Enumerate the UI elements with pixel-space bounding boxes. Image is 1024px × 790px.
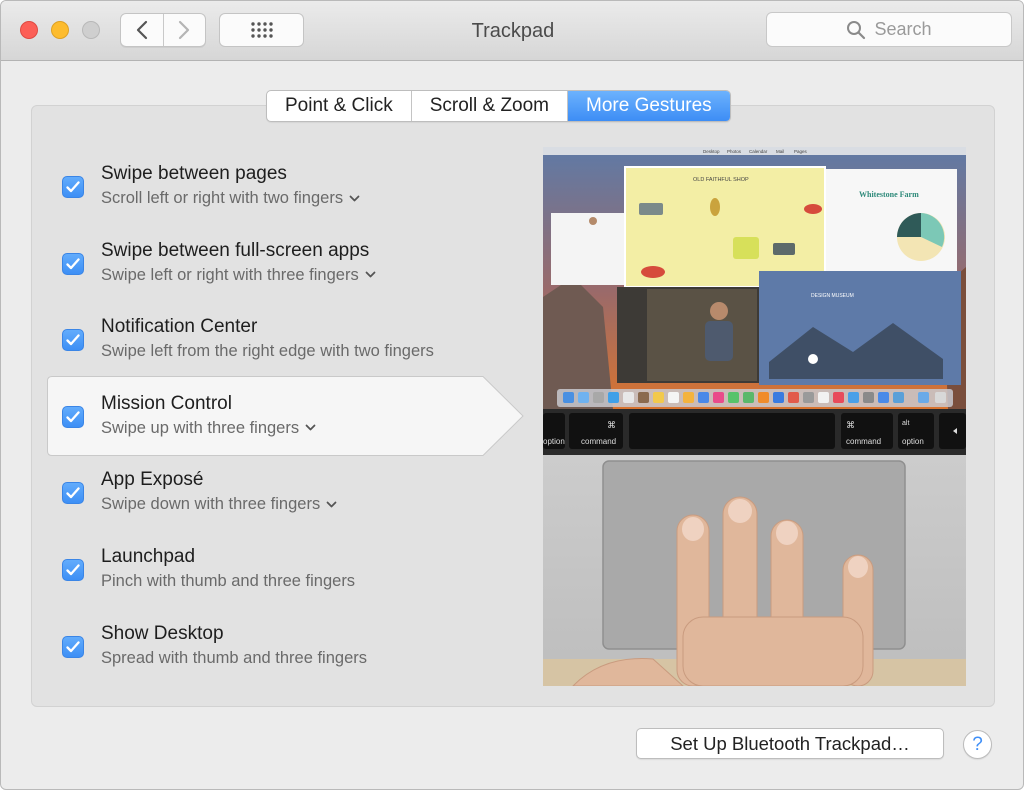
gesture-app-expose[interactable]: App Exposé Swipe down with three fingers (47, 452, 527, 529)
menu-item-calendar: Calendar (749, 149, 768, 154)
trackpad-window: Trackpad Search Point & Click Scroll & Z… (0, 0, 1024, 790)
gesture-title: Notification Center (101, 316, 258, 338)
search-placeholder: Search (874, 19, 932, 39)
gesture-subtitle: Spread with thumb and three fingers (101, 648, 367, 667)
tab-bar: Point & Click Scroll & Zoom More Gesture… (266, 90, 731, 122)
play-icon (808, 354, 818, 364)
gesture-subtitle: Scroll left or right with two fingers (101, 189, 344, 207)
watermelon-1 (641, 266, 665, 278)
key-command-symbol: ⌘ (607, 420, 616, 430)
help-button[interactable]: ? (963, 730, 992, 759)
gesture-preview: Desktop Photos Calendar Mail Pages White… (543, 147, 966, 686)
key-command-label: command (581, 437, 616, 446)
shop-title: OLD FAITHFUL SHOP (693, 177, 749, 183)
checkmark-icon (66, 564, 80, 576)
key-option-label-right: option (902, 437, 924, 446)
tab-more-gestures[interactable]: More Gestures (567, 91, 730, 121)
search-icon (847, 20, 866, 39)
chevron-down-icon (365, 271, 376, 278)
checkmark-icon (66, 487, 80, 499)
shop-item-1 (639, 203, 663, 215)
gesture-option-popup[interactable]: Swipe down with three fingers (101, 495, 337, 514)
key-space (629, 413, 835, 449)
photo-person-head (710, 302, 728, 320)
checkmark-icon (66, 257, 80, 269)
menu-item-mail: Mail (776, 149, 784, 154)
gesture-swipe-between-pages[interactable]: Swipe between pages Scroll left or right… (47, 146, 527, 223)
photo-person-body (705, 321, 733, 361)
search-field[interactable]: Search (766, 12, 1012, 47)
gesture-subtitle-row: Swipe left from the right edge with two … (101, 342, 434, 361)
chevron-down-icon (326, 501, 337, 508)
checkmark-icon (66, 334, 80, 346)
gesture-title: App Exposé (101, 469, 204, 491)
gesture-notification-center[interactable]: Notification Center Swipe left from the … (47, 299, 527, 376)
gesture-subtitle-row: Pinch with thumb and three fingers (101, 572, 355, 591)
chevron-down-icon (349, 195, 360, 201)
tab-scroll-zoom[interactable]: Scroll & Zoom (410, 91, 567, 121)
gesture-title: Swipe between full-screen apps (101, 239, 370, 261)
shop-item-2 (773, 243, 795, 255)
gesture-checkbox[interactable] (62, 252, 84, 275)
menu-item-desktop: Desktop (703, 149, 720, 154)
menu-item-pages: Pages (794, 149, 808, 154)
checkmark-icon (66, 411, 80, 422)
setup-bluetooth-trackpad-button[interactable]: Set Up Bluetooth Trackpad… (636, 728, 944, 759)
contacts-window (551, 213, 629, 285)
gesture-subtitle: Swipe left from the right edge with two … (101, 342, 434, 361)
farm-title: Whitestone Farm (859, 190, 919, 199)
gesture-preview-illustration: Desktop Photos Calendar Mail Pages White… (543, 147, 966, 686)
gesture-title: Swipe between pages (101, 163, 287, 184)
gesture-subtitle: Swipe up with three fingers (101, 418, 300, 437)
gesture-checkbox[interactable] (62, 405, 84, 428)
pineapple (710, 198, 720, 216)
gesture-launchpad[interactable]: Launchpad Pinch with thumb and three fin… (47, 529, 527, 606)
title-bar: Trackpad Search (1, 1, 1023, 61)
selected-row-highlight (47, 375, 524, 456)
gesture-show-desktop[interactable]: Show Desktop Spread with thumb and three… (47, 606, 527, 683)
gesture-subtitle: Swipe down with three fingers (101, 495, 321, 514)
menu-item-photos: Photos (727, 149, 742, 154)
gesture-subtitle-row: Spread with thumb and three fingers (101, 649, 367, 668)
checkmark-icon (66, 181, 80, 193)
key-option-label: option (543, 437, 565, 446)
museum-title: DESIGN MUSEUM (811, 293, 854, 299)
bucket (733, 237, 759, 259)
gesture-checkbox[interactable] (62, 176, 84, 198)
chevron-down-icon (305, 424, 316, 431)
gesture-checkbox[interactable] (62, 329, 84, 352)
photo-person (647, 289, 757, 381)
checkmark-icon (66, 640, 80, 652)
tab-point-click[interactable]: Point & Click (267, 91, 411, 121)
gesture-subtitle: Swipe left or right with three fingers (101, 265, 359, 284)
gesture-title: Show Desktop (101, 622, 224, 644)
contact-avatar (589, 217, 597, 225)
gesture-title: Launchpad (101, 545, 196, 567)
key-alt-label: alt (902, 420, 909, 427)
gesture-option-popup[interactable]: Scroll left or right with two fingers (101, 189, 360, 208)
watermelon-2 (804, 204, 822, 214)
gesture-checkbox[interactable] (62, 558, 84, 581)
key-command-symbol-right: ⌘ (846, 420, 855, 430)
gesture-swipe-full-screen-apps[interactable]: Swipe between full-screen apps Swipe lef… (47, 223, 527, 300)
gesture-checkbox[interactable] (62, 482, 84, 505)
gesture-option-popup[interactable]: Swipe up with three fingers (101, 419, 316, 438)
key-command-label-right: command (846, 437, 881, 446)
gesture-mission-control[interactable]: Mission Control Swipe up with three fing… (47, 375, 527, 456)
gesture-option-popup[interactable]: Swipe left or right with three fingers (101, 266, 376, 285)
help-icon: ? (972, 733, 983, 755)
gesture-list: Swipe between pages Scroll left or right… (47, 146, 527, 682)
gesture-title: Mission Control (101, 392, 232, 414)
gesture-subtitle: Pinch with thumb and three fingers (101, 571, 356, 590)
key-arrow (939, 413, 966, 449)
gesture-checkbox[interactable] (62, 635, 84, 658)
